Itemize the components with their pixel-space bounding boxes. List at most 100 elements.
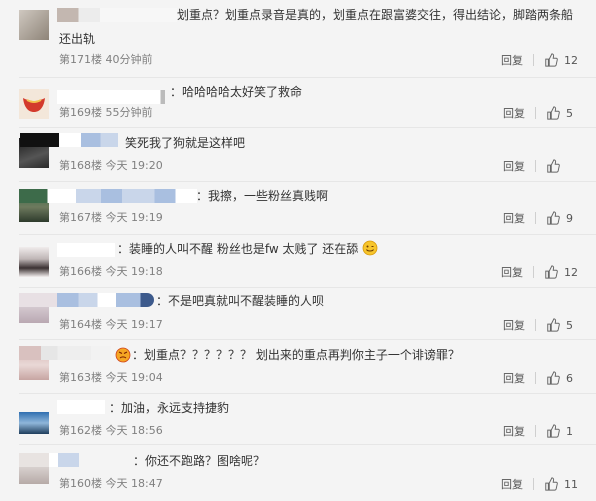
timestamp: 55分钟前 (105, 106, 153, 119)
thumbs-up-icon[interactable] (544, 53, 558, 67)
floor-number: 第160楼 (59, 477, 102, 490)
thumbs-up-icon[interactable] (546, 371, 560, 385)
timestamp: 今天 18:56 (105, 424, 163, 437)
avatar-image (23, 98, 45, 112)
username-masked[interactable] (57, 90, 165, 104)
avatar[interactable] (19, 412, 49, 434)
like-count: 12 (564, 53, 578, 67)
reply-button[interactable]: 回复 (501, 476, 523, 492)
avatar[interactable] (19, 89, 49, 119)
comment-list: 划重点？划重点录音是真的，划重点在跟富婆交往，得出结论，脚踏两条船还出轨 第17… (0, 0, 596, 501)
reply-button[interactable]: 回复 (503, 210, 525, 226)
comment-text: 划重点？划重点录音是真的，划重点在跟富婆交往，得出结论，脚踏两条船还出轨 (59, 8, 574, 46)
action-divider (533, 266, 534, 278)
reply-button[interactable]: 回复 (501, 264, 523, 280)
username-masked[interactable] (57, 243, 115, 257)
comment-body: ：装睡的人叫不醒 粉丝也是fw 太贱了 还在舔 (117, 242, 359, 256)
thumbs-up-icon[interactable] (546, 159, 560, 173)
action-divider (533, 54, 534, 66)
angry-face-emoji-icon (115, 347, 131, 363)
comment-item: ：不是吧真就叫不醒装睡的人呗 第164楼 今天 19:17 回复 5 (0, 288, 596, 340)
thumbs-up-icon[interactable] (544, 477, 558, 491)
comment-item: ：哈哈哈哈太好笑了救命 第169楼 55分钟前 回复 5 (0, 78, 596, 128)
like-count: 5 (566, 106, 573, 120)
comment-item: ：装睡的人叫不醒 粉丝也是fw 太贱了 还在舔 第166楼 今天 19:18 回… (0, 235, 596, 288)
comment-item: ：我擦，一些粉丝真贱啊 第167楼 今天 19:19 回复 9 (0, 182, 596, 235)
reply-button[interactable]: 回复 (501, 52, 523, 68)
comment-meta: 第166楼 今天 19:18 (59, 265, 163, 279)
action-divider (535, 212, 536, 224)
action-divider (535, 107, 536, 119)
reply-button[interactable]: 回复 (503, 370, 525, 386)
comment-meta: 第168楼 今天 19:20 (59, 159, 163, 173)
reply-button[interactable]: 回复 (503, 158, 525, 174)
username-masked[interactable] (19, 453, 79, 467)
avatar[interactable] (19, 247, 49, 277)
like-count: 5 (566, 318, 573, 332)
comment-meta: 第162楼 今天 18:56 (59, 424, 163, 438)
comment-text: ：你还不跑路？图啥呢？ (133, 454, 266, 468)
username-masked[interactable] (19, 346, 111, 360)
action-divider (535, 425, 536, 437)
like-count: 9 (566, 211, 573, 225)
floor-number: 第171楼 (59, 53, 102, 66)
username-masked[interactable] (19, 189, 197, 203)
thumbs-up-icon[interactable] (546, 318, 560, 332)
timestamp: 今天 19:19 (105, 211, 163, 224)
comment-meta: 第160楼 今天 18:47 (59, 477, 163, 491)
comment-text: ：划重点？？？？？？ 划出来的重点再判你主子一个诽谤罪？ (132, 348, 460, 362)
comment-text: ：我擦，一些粉丝真贱啊 (196, 189, 329, 203)
reply-button[interactable]: 回复 (503, 105, 525, 121)
floor-number: 第163楼 (59, 371, 102, 384)
reply-button[interactable]: 回复 (503, 423, 525, 439)
comment-text: 笑死我了狗就是这样吧 (125, 136, 246, 150)
comment-item: 笑死我了狗就是这样吧 第168楼 今天 19:20 回复 (0, 128, 596, 182)
comment-text: ：哈哈哈哈太好笑了救命 (170, 85, 303, 99)
comment-actions: 回复 9 (503, 210, 578, 226)
username-masked[interactable] (20, 133, 118, 147)
username-masked[interactable] (19, 293, 154, 307)
comment-actions: 回复 1 (503, 423, 578, 439)
reply-button[interactable]: 回复 (503, 317, 525, 333)
action-divider (533, 478, 534, 490)
comment-actions: 回复 12 (501, 264, 578, 280)
action-divider (535, 160, 536, 172)
comment-text: ：加油，永远支持捷豹 (109, 401, 230, 415)
comment-actions: 回复 6 (503, 370, 578, 386)
floor-number: 第162楼 (59, 424, 102, 437)
comment-actions: 回复 5 (503, 317, 578, 333)
floor-number: 第168楼 (59, 159, 102, 172)
thumbs-up-icon[interactable] (546, 211, 560, 225)
timestamp: 今天 19:04 (105, 371, 163, 384)
comment-text: ：装睡的人叫不醒 粉丝也是fw 太贱了 还在舔 (117, 237, 578, 261)
floor-number: 第164楼 (59, 318, 102, 331)
comment-meta: 第171楼 40分钟前 (59, 53, 153, 67)
smile-emoji-icon (362, 240, 378, 256)
floor-number: 第167楼 (59, 211, 102, 224)
like-count: 1 (566, 424, 573, 438)
timestamp: 今天 19:17 (105, 318, 163, 331)
timestamp: 今天 18:47 (105, 477, 163, 490)
floor-number: 第166楼 (59, 265, 102, 278)
comment-item: ：划重点？？？？？？ 划出来的重点再判你主子一个诽谤罪？ 第163楼 今天 19… (0, 340, 596, 394)
thumbs-up-icon[interactable] (544, 265, 558, 279)
thumbs-up-icon[interactable] (546, 106, 560, 120)
like-count: 11 (564, 477, 578, 491)
comment-actions: 回复 12 (501, 52, 578, 68)
username-masked[interactable] (57, 400, 105, 414)
avatar[interactable] (19, 10, 49, 40)
timestamp: 今天 19:18 (105, 265, 163, 278)
timestamp: 今天 19:20 (105, 159, 163, 172)
comment-actions: 回复 (503, 158, 578, 174)
comment-meta: 第167楼 今天 19:19 (59, 211, 163, 225)
comment-actions: 回复 5 (503, 105, 578, 121)
comment-text: ：不是吧真就叫不醒装睡的人呗 (156, 294, 325, 308)
floor-number: 第169楼 (59, 106, 102, 119)
comment-item: 划重点？划重点录音是真的，划重点在跟富婆交往，得出结论，脚踏两条船还出轨 第17… (0, 0, 596, 78)
comment-item: ：加油，永远支持捷豹 第162楼 今天 18:56 回复 1 (0, 394, 596, 445)
thumbs-up-icon[interactable] (546, 424, 560, 438)
like-count: 6 (566, 371, 573, 385)
comment-meta: 第164楼 今天 19:17 (59, 318, 163, 332)
action-divider (535, 372, 536, 384)
comment-meta: 第163楼 今天 19:04 (59, 371, 163, 385)
